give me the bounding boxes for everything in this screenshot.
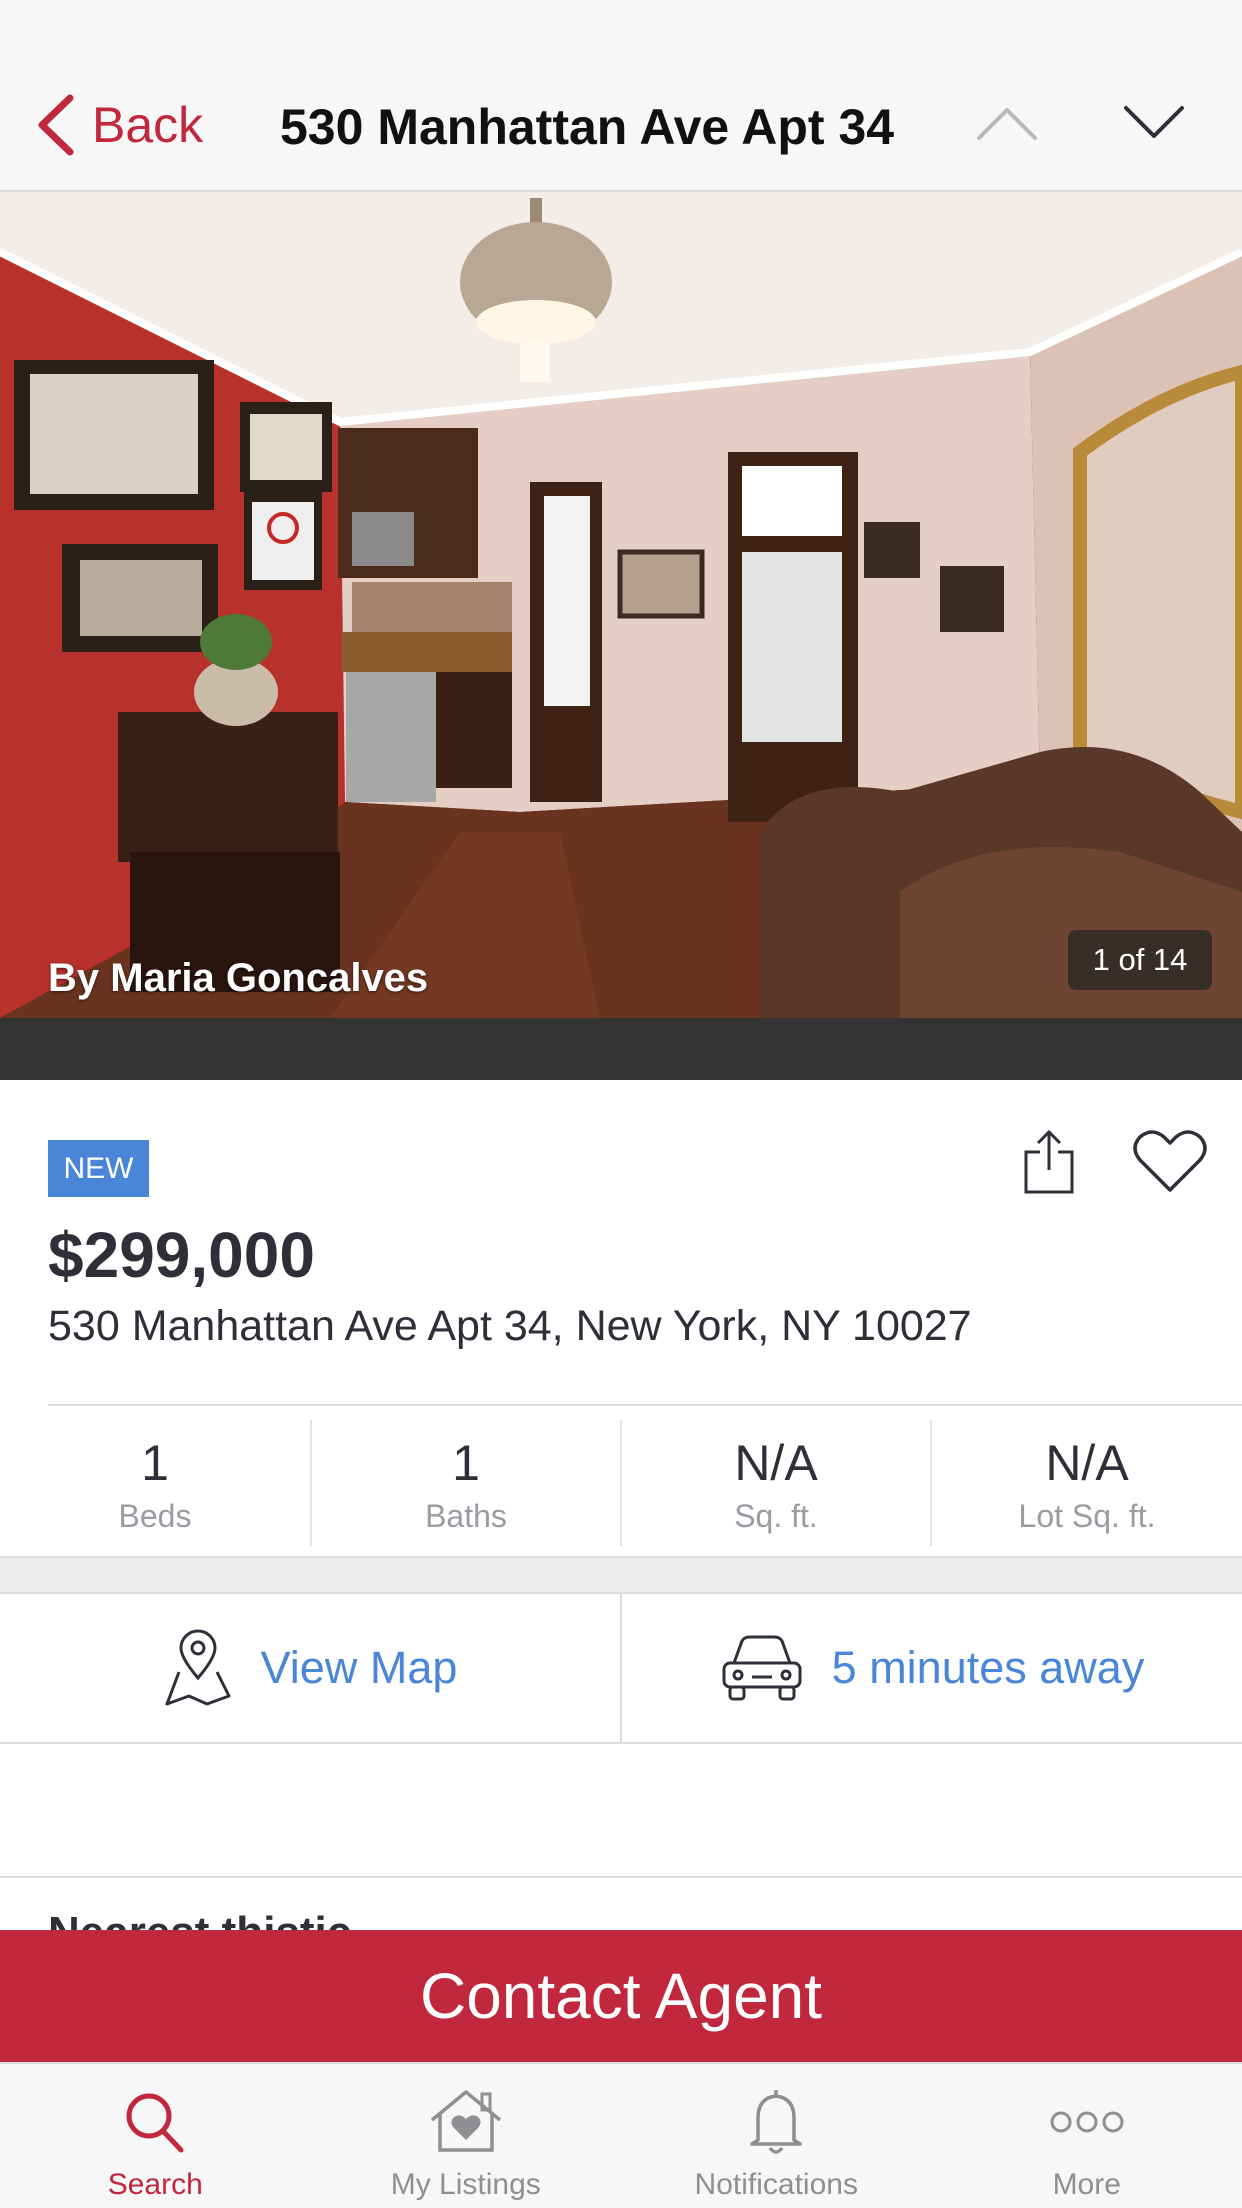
stat-label: Sq. ft.	[734, 1498, 818, 1534]
view-map-label: View Map	[260, 1642, 458, 1693]
listing-price: $299,000	[48, 1219, 315, 1291]
stat-baths: 1 Baths	[312, 1406, 620, 1556]
drive-time-button[interactable]: 5 minutes away	[622, 1594, 1242, 1742]
room-photo-image	[0, 192, 1242, 1018]
tab-search[interactable]: Search	[0, 2064, 311, 2208]
photo-credit: By Maria Goncalves	[48, 956, 429, 1000]
stat-sqft: N/A Sq. ft.	[622, 1406, 930, 1556]
navigation-bar: Back 530 Manhattan Ave Apt 34	[0, 0, 1242, 192]
more-icon	[1050, 2111, 1124, 2133]
page-title: 530 Manhattan Ave Apt 34	[280, 99, 895, 155]
tab-label: My Listings	[390, 2168, 541, 2201]
divider	[0, 1876, 1242, 1878]
search-icon	[126, 2093, 184, 2153]
photo-footer-bar	[0, 1018, 1242, 1080]
listing-address: 530 Manhattan Ave Apt 34, New York, NY 1…	[48, 1302, 972, 1350]
listing-photo[interactable]: By Maria Goncalves 1 of 14	[0, 192, 1242, 1018]
chevron-down-icon[interactable]	[1122, 100, 1186, 146]
heart-icon[interactable]	[1132, 1128, 1208, 1194]
stat-label: Lot Sq. ft.	[1018, 1498, 1156, 1534]
stat-value: 1	[452, 1435, 480, 1491]
contact-agent-button[interactable]: Contact Agent	[0, 1930, 1242, 2062]
stat-lot-sqft: N/A Lot Sq. ft.	[932, 1406, 1242, 1556]
map-pin-icon	[165, 1629, 231, 1706]
drive-time-label: 5 minutes away	[831, 1642, 1145, 1693]
stat-value: 1	[141, 1435, 169, 1491]
stat-value: N/A	[734, 1435, 818, 1491]
stat-beds: 1 Beds	[0, 1406, 310, 1556]
photo-counter: 1 of 14	[1068, 930, 1212, 990]
back-button[interactable]: Back	[34, 92, 203, 158]
bell-icon	[750, 2090, 802, 2154]
property-stats: 1 Beds 1 Baths N/A Sq. ft. N/A Lot Sq. f…	[0, 1406, 1242, 1556]
share-icon[interactable]	[1020, 1128, 1078, 1196]
house-heart-icon	[430, 2090, 501, 2152]
new-badge: NEW	[48, 1140, 149, 1197]
tab-more[interactable]: More	[932, 2064, 1242, 2208]
tab-my-listings[interactable]: My Listings	[311, 2064, 622, 2208]
section-separator	[0, 1556, 1242, 1594]
stat-value: N/A	[1045, 1435, 1129, 1491]
stat-label: Baths	[425, 1498, 507, 1534]
view-map-button[interactable]: View Map	[0, 1594, 620, 1742]
stat-label: Beds	[118, 1498, 192, 1534]
tab-label: Search	[107, 2168, 203, 2201]
tab-label: Notifications	[694, 2168, 858, 2201]
tab-notifications[interactable]: Notifications	[621, 2064, 932, 2208]
car-icon	[722, 1635, 802, 1701]
location-actions: View Map 5 minutes away	[0, 1594, 1242, 1744]
tab-label: More	[1052, 2168, 1121, 2201]
chevron-left-icon	[38, 94, 74, 156]
chevron-up-icon[interactable]	[975, 100, 1039, 146]
tab-bar: Search My Listings Notifications More	[0, 2062, 1242, 2208]
back-label: Back	[92, 97, 204, 153]
